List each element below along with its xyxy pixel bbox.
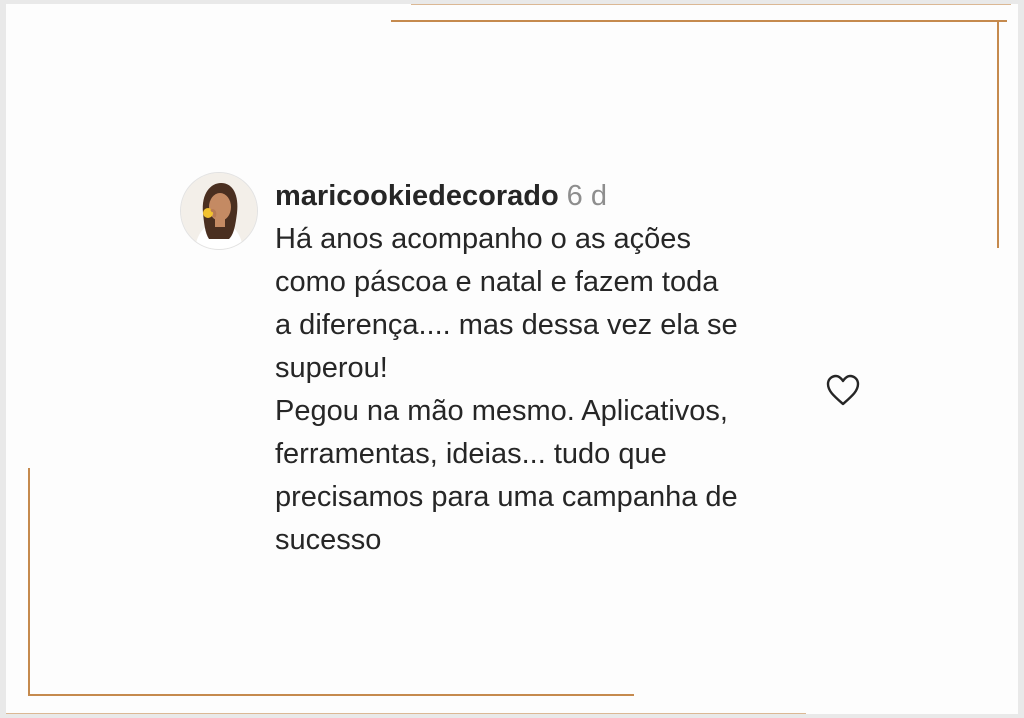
timestamp[interactable]: 6 d xyxy=(567,180,607,212)
heart-outline-icon xyxy=(826,374,860,406)
frame-right-line xyxy=(997,20,999,248)
comment-body: maricookiedecorado 6 d Há anos acompanho … xyxy=(275,175,815,562)
comment-text: Há anos acompanho o as ações como páscoa… xyxy=(275,223,738,556)
frame-top-inner-line xyxy=(411,4,1011,5)
username-link[interactable]: maricookiedecorado xyxy=(275,180,559,212)
comment-header: maricookiedecorado 6 d xyxy=(275,175,815,218)
profile-photo-icon xyxy=(181,173,257,249)
like-button[interactable] xyxy=(824,372,862,408)
frame-top-line xyxy=(391,20,1007,22)
comment-card: maricookiedecorado 6 d Há anos acompanho … xyxy=(6,4,1018,714)
frame-left-line xyxy=(28,468,30,696)
frame-bottom-line xyxy=(28,694,634,696)
avatar[interactable] xyxy=(180,172,258,250)
frame-bottom-outer-line xyxy=(6,713,806,714)
